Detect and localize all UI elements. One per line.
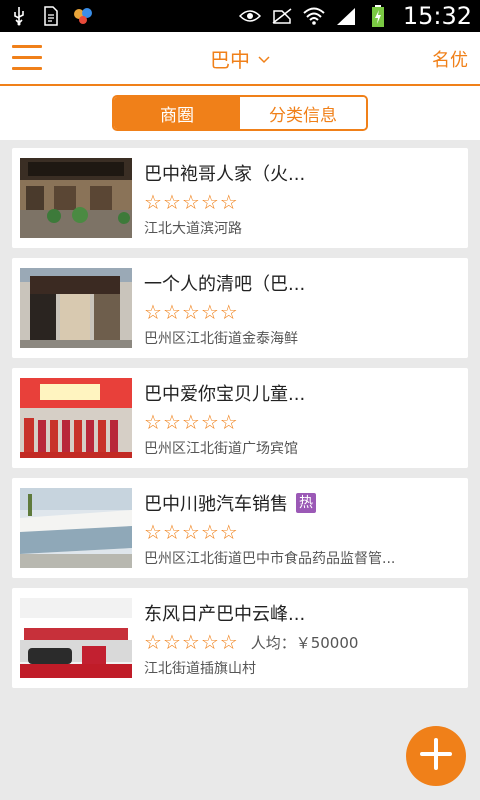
- listing-card[interactable]: 东风日产巴中云峰... ☆ ☆ ☆ ☆ ☆ 人均：￥50000 江北街道插旗山村: [12, 588, 468, 688]
- star-empty-icon: ☆: [181, 300, 200, 324]
- listing-title: 巴中袍哥人家（火...: [144, 164, 306, 185]
- eye-icon: [238, 6, 261, 26]
- wifi-icon: [303, 6, 325, 26]
- star-empty-icon: ☆: [162, 410, 181, 434]
- listing-title: 一个人的清吧（巴...: [144, 274, 306, 295]
- title-row: 东风日产巴中云峰...: [144, 598, 460, 628]
- listing-thumbnail: [20, 268, 132, 348]
- app-header: 巴中 名优: [0, 32, 480, 86]
- battery-charging-icon: [367, 5, 389, 27]
- listing-thumbnail: [20, 598, 132, 678]
- listing-thumbnail: [20, 378, 132, 458]
- listing-address: 江北大道滨河路: [144, 221, 242, 237]
- listing-info: 巴中袍哥人家（火... ☆ ☆ ☆ ☆ ☆ 江北大道滨河路: [144, 158, 460, 238]
- listing-list: 巴中袍哥人家（火... ☆ ☆ ☆ ☆ ☆ 江北大道滨河路 一个人的清吧（巴..…: [0, 140, 480, 688]
- title-row: 一个人的清吧（巴...: [144, 268, 460, 298]
- star-empty-icon: ☆: [200, 300, 219, 324]
- listing-card[interactable]: 巴中爱你宝贝儿童... ☆ ☆ ☆ ☆ ☆ 巴州区江北街道广场宾馆: [12, 368, 468, 468]
- star-empty-icon: ☆: [219, 630, 238, 654]
- star-empty-icon: ☆: [181, 630, 200, 654]
- rating-stars: ☆ ☆ ☆ ☆ ☆: [144, 520, 460, 544]
- star-empty-icon: ☆: [144, 300, 162, 324]
- star-empty-icon: ☆: [200, 190, 219, 214]
- listing-card[interactable]: 巴中川驰汽车销售 热 ☆ ☆ ☆ ☆ ☆ 巴州区江北街道巴中市食品药品监督管..…: [12, 478, 468, 578]
- add-fab-button[interactable]: [406, 726, 466, 786]
- rating-stars: ☆ ☆ ☆ ☆ ☆: [144, 300, 460, 324]
- listing-address: 巴州区江北街道广场宾馆: [144, 441, 298, 457]
- star-empty-icon: ☆: [181, 520, 200, 544]
- listing-thumbnail: [20, 488, 132, 568]
- star-empty-icon: ☆: [219, 410, 238, 434]
- segmented-tabs: 商圈 分类信息: [112, 95, 368, 131]
- star-empty-icon: ☆: [162, 630, 181, 654]
- listing-address: 巴州区江北街道巴中市食品药品监督管...: [144, 551, 396, 567]
- star-empty-icon: ☆: [162, 190, 181, 214]
- star-empty-icon: ☆: [162, 520, 181, 544]
- listing-title: 巴中爱你宝贝儿童...: [144, 384, 306, 405]
- signal-icon: [335, 6, 357, 26]
- star-empty-icon: ☆: [219, 190, 238, 214]
- star-empty-icon: ☆: [200, 410, 219, 434]
- star-empty-icon: ☆: [200, 630, 219, 654]
- listing-address: 江北街道插旗山村: [144, 661, 256, 677]
- tab-business-district[interactable]: 商圈: [114, 97, 240, 129]
- clock: 15:32: [402, 2, 472, 30]
- tab-category-info[interactable]: 分类信息: [240, 97, 366, 129]
- status-right: 15:32: [238, 2, 472, 30]
- tabs-area: 商圈 分类信息: [0, 86, 480, 140]
- status-left: [8, 6, 94, 26]
- plus-icon: [419, 737, 453, 775]
- no-sim-icon: [271, 6, 293, 26]
- listing-address: 巴州区江北街道金泰海鲜: [144, 331, 298, 347]
- star-empty-icon: ☆: [144, 410, 162, 434]
- star-empty-icon: ☆: [219, 300, 238, 324]
- listing-info: 东风日产巴中云峰... ☆ ☆ ☆ ☆ ☆ 人均：￥50000 江北街道插旗山村: [144, 598, 460, 678]
- hot-badge: 热: [296, 493, 316, 513]
- listing-card[interactable]: 一个人的清吧（巴... ☆ ☆ ☆ ☆ ☆ 巴州区江北街道金泰海鲜: [12, 258, 468, 358]
- listing-title: 巴中川驰汽车销售: [144, 494, 288, 515]
- listing-info: 一个人的清吧（巴... ☆ ☆ ☆ ☆ ☆ 巴州区江北街道金泰海鲜: [144, 268, 460, 348]
- listing-thumbnail: [20, 158, 132, 238]
- title-row: 巴中川驰汽车销售 热: [144, 488, 460, 518]
- menu-line: [12, 45, 42, 48]
- rating-stars: ☆ ☆ ☆ ☆ ☆: [144, 190, 460, 214]
- star-empty-icon: ☆: [219, 520, 238, 544]
- menu-line: [12, 56, 42, 59]
- status-bar: 15:32: [0, 0, 480, 32]
- city-selector[interactable]: 巴中: [210, 44, 250, 73]
- listing-info: 巴中川驰汽车销售 热 ☆ ☆ ☆ ☆ ☆ 巴州区江北街道巴中市食品药品监督管..…: [144, 488, 460, 568]
- listing-title: 东风日产巴中云峰...: [144, 604, 306, 625]
- title-row: 巴中爱你宝贝儿童...: [144, 378, 460, 408]
- usb-icon: [8, 6, 30, 26]
- listing-info: 巴中爱你宝贝儿童... ☆ ☆ ☆ ☆ ☆ 巴州区江北街道广场宾馆: [144, 378, 460, 458]
- rating-stars: ☆ ☆ ☆ ☆ ☆ 人均：￥50000: [144, 630, 460, 654]
- listing-card[interactable]: 巴中袍哥人家（火... ☆ ☆ ☆ ☆ ☆ 江北大道滨河路: [12, 148, 468, 248]
- star-empty-icon: ☆: [144, 520, 162, 544]
- star-empty-icon: ☆: [200, 520, 219, 544]
- menu-line: [12, 67, 42, 70]
- title-row: 巴中袍哥人家（火...: [144, 158, 460, 188]
- rating-stars: ☆ ☆ ☆ ☆ ☆: [144, 410, 460, 434]
- menu-button[interactable]: [12, 45, 42, 71]
- document-icon: [40, 6, 62, 26]
- chevron-down-icon[interactable]: [258, 49, 270, 68]
- famous-brands-link[interactable]: 名优: [432, 46, 468, 72]
- city-selector-wrap: 巴中: [0, 32, 480, 84]
- star-empty-icon: ☆: [144, 630, 162, 654]
- star-empty-icon: ☆: [144, 190, 162, 214]
- average-price: 人均：￥50000: [250, 633, 359, 652]
- star-empty-icon: ☆: [181, 190, 200, 214]
- star-empty-icon: ☆: [181, 410, 200, 434]
- app-notification-icon: [72, 6, 94, 26]
- star-empty-icon: ☆: [162, 300, 181, 324]
